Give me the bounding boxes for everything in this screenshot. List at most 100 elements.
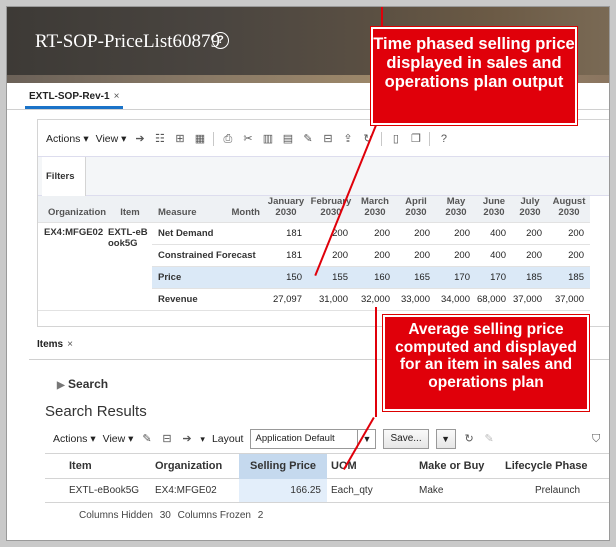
plan-toolbar: Actions ▾ View ▾ ➔ ☷ ⊞ ▦ ⎙ ✂ ▥ ▤ ✎ ⊟ ⇪ ↻… (46, 130, 450, 148)
value-cell[interactable]: 185 (512, 266, 548, 289)
filters-bar: Filters (38, 156, 609, 197)
measure-cell: Revenue (152, 288, 264, 311)
column-header-lifecycle-phase[interactable]: Lifecycle Phase (505, 460, 588, 472)
month-header: August 2030 (548, 196, 590, 223)
value-cell[interactable]: 200 (396, 222, 436, 245)
value-cell[interactable]: 200 (436, 222, 476, 245)
app-window: RT-SOP-PriceList60879 ? EXTL-SOP-Rev-1 × … (6, 6, 610, 541)
value-cell[interactable]: 185 (548, 266, 590, 289)
value-cell[interactable]: 200 (436, 244, 476, 267)
columns-hidden-value: 30 (159, 510, 171, 521)
value-cell[interactable]: 160 (354, 266, 396, 289)
columns-frozen-value: 2 (257, 510, 264, 521)
view-menu[interactable]: View ▾ (103, 433, 134, 445)
value-cell[interactable]: 31,000 (308, 288, 354, 311)
value-cell[interactable]: 200 (354, 244, 396, 267)
value-cell[interactable]: 400 (476, 222, 512, 245)
search-toggle[interactable]: ▶ Search (57, 377, 108, 391)
grid-edit-icon[interactable]: ⊟ (160, 433, 173, 445)
header-month: Month (222, 196, 264, 223)
help-circle-icon[interactable]: ? (437, 133, 450, 145)
search-label: Search (68, 377, 109, 391)
value-cell[interactable]: 200 (308, 244, 354, 267)
value-cell[interactable]: 200 (396, 244, 436, 267)
value-cell[interactable]: 155 (308, 266, 354, 289)
value-cell[interactable]: 34,000 (436, 288, 476, 311)
value-cell[interactable]: 170 (476, 266, 512, 289)
value-cell[interactable]: 165 (396, 266, 436, 289)
edit-table-icon[interactable]: ▤ (281, 133, 294, 145)
pivot-header-row: Organization Item Measure Month January 2… (38, 196, 590, 223)
month-header: April 2030 (396, 196, 436, 223)
columns-status: Columns Hidden 30 Columns Frozen 2 (79, 510, 267, 521)
close-icon[interactable]: × (114, 91, 120, 102)
value-cell[interactable]: 200 (354, 222, 396, 245)
value-cell[interactable]: 37,000 (512, 288, 548, 311)
print-icon[interactable]: ⎙ (221, 133, 234, 145)
help-icon[interactable]: ? (212, 32, 229, 49)
pivot-icon[interactable]: ⊞ (173, 133, 186, 145)
actions-menu[interactable]: Actions ▾ (53, 433, 96, 445)
disclosure-arrow-icon: ▶ (57, 380, 65, 391)
tab-items[interactable]: Items × (37, 339, 73, 359)
header-item: Item (108, 196, 152, 223)
value-cell[interactable]: 68,000 (476, 288, 512, 311)
month-header: February 2030 (308, 196, 354, 223)
separator (213, 132, 215, 146)
tab-plan-label: EXTL-SOP-Rev-1 (29, 91, 110, 102)
grid-edit-icon[interactable]: ⊟ (321, 133, 334, 145)
format-icon[interactable]: ☷ (153, 133, 166, 145)
pencil-icon[interactable]: ✎ (140, 433, 153, 445)
calculator-icon[interactable]: ▦ (193, 133, 206, 145)
separator (381, 132, 383, 146)
tab-plan[interactable]: EXTL-SOP-Rev-1 × (25, 87, 124, 109)
column-header-organization[interactable]: Organization (155, 460, 222, 472)
value-cell[interactable]: 27,097 (264, 288, 308, 311)
measure-cell: Net Demand (152, 222, 264, 245)
pencil-icon[interactable]: ✎ (483, 433, 496, 445)
month-header: January 2030 (264, 196, 308, 223)
view-menu[interactable]: View ▾ (96, 133, 127, 145)
value-cell[interactable]: 200 (548, 244, 590, 267)
save-dropdown[interactable]: ▼ (435, 429, 456, 449)
go-icon[interactable]: ➔ (133, 133, 146, 145)
refresh-icon[interactable]: ↻ (463, 433, 476, 445)
chart-icon[interactable]: ▥ (261, 133, 274, 145)
table-row[interactable]: EXTL-eBook5G EX4:MFGE02 166.25 Each_qty … (45, 479, 609, 503)
separator (429, 132, 431, 146)
column-header-make-or-buy[interactable]: Make or Buy (419, 460, 484, 472)
notes-icon[interactable]: ▯ (389, 133, 402, 145)
column-header-item[interactable]: Item (69, 460, 92, 472)
tools-icon[interactable]: ✂ (241, 133, 254, 145)
upload-icon[interactable]: ⇪ (341, 133, 354, 145)
go-icon[interactable]: ➔ (180, 433, 193, 445)
value-cell[interactable]: 181 (264, 244, 308, 267)
cell-item: EXTL-eBook5G (69, 485, 140, 496)
value-cell[interactable]: 33,000 (396, 288, 436, 311)
cell-lifecycle-phase: Prelaunch (535, 485, 581, 496)
actions-menu[interactable]: Actions ▾ (46, 133, 89, 145)
cell-make-or-buy: Make (419, 485, 444, 496)
callout-bottom: Average selling price computed and displ… (383, 315, 589, 411)
close-icon[interactable]: × (67, 339, 73, 350)
value-cell[interactable]: 37,000 (548, 288, 590, 311)
pivot-row: EX4:MFGE02 EXTL-eBook5G Net Demand 181 2… (38, 222, 590, 311)
value-cell[interactable]: 150 (264, 266, 308, 289)
pencil-icon[interactable]: ✎ (301, 133, 314, 145)
columns-hidden-label: Columns Hidden (79, 510, 153, 521)
filter-icon[interactable]: ⛉ (590, 433, 603, 445)
value-cell[interactable]: 400 (476, 244, 512, 267)
item-cell: EXTL-eBook5G (108, 222, 152, 311)
layout-label: Layout (211, 433, 244, 445)
callout-connector-bottom (375, 307, 377, 417)
value-cell[interactable]: 181 (264, 222, 308, 245)
column-header-selling-price[interactable]: Selling Price (239, 454, 327, 479)
value-cell[interactable]: 200 (512, 244, 548, 267)
value-cell[interactable]: 200 (512, 222, 548, 245)
value-cell[interactable]: 200 (548, 222, 590, 245)
go-dropdown[interactable]: ▾ (200, 434, 205, 445)
filters-tab[interactable]: Filters (42, 157, 86, 197)
save-button[interactable]: Save... (383, 429, 429, 449)
value-cell[interactable]: 170 (436, 266, 476, 289)
copy-icon[interactable]: ❐ (409, 133, 422, 145)
